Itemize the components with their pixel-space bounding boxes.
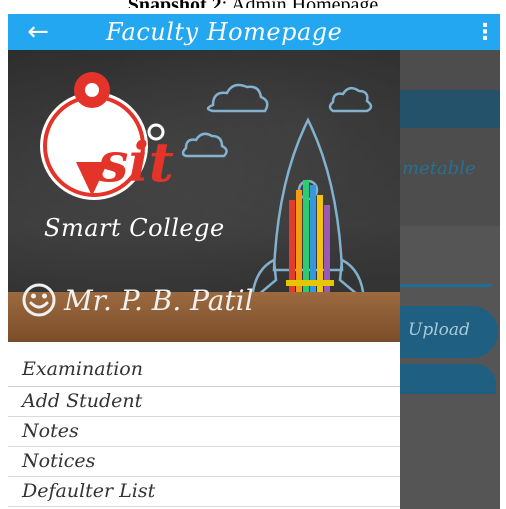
background-timetable-label: metable (402, 158, 476, 179)
background-button (400, 364, 496, 394)
back-arrow-icon[interactable]: ← (8, 14, 68, 50)
menu-item-add-student[interactable]: Add Student (8, 387, 400, 417)
background-upload-button: Upload (400, 306, 498, 358)
drawer-menu: Examination Add Student Notes Notices De… (8, 352, 400, 507)
app-bar: ← Faculty Homepage ⋮ (8, 14, 500, 50)
navigation-drawer: sit Smart College Mr. P. B. Patil Examin… (8, 50, 400, 509)
caption-label: Snapshot 2 (128, 0, 222, 8)
background-divider (400, 284, 492, 287)
smiley-icon (22, 283, 56, 317)
menu-item-notes[interactable]: Notes (8, 417, 400, 447)
overflow-menu-icon[interactable]: ⋮ (470, 20, 500, 45)
college-name: Smart College (44, 214, 225, 242)
user-profile[interactable]: Mr. P. B. Patil (22, 283, 254, 317)
logo-text: sit (98, 130, 174, 194)
user-name: Mr. P. B. Patil (64, 283, 254, 317)
menu-item-notices[interactable]: Notices (8, 447, 400, 477)
caption-text: : Admin Homepage (222, 0, 379, 8)
drawer-header: sit Smart College Mr. P. B. Patil (8, 50, 400, 342)
menu-item-defaulter-list[interactable]: Defaulter List (8, 477, 400, 507)
menu-item-examination[interactable]: Examination (8, 352, 400, 387)
figure-caption: Snapshot 2: Admin Homepage (0, 0, 506, 8)
page-title: Faculty Homepage (106, 18, 343, 46)
upload-label: Upload (408, 320, 470, 340)
background-banner (400, 90, 500, 128)
